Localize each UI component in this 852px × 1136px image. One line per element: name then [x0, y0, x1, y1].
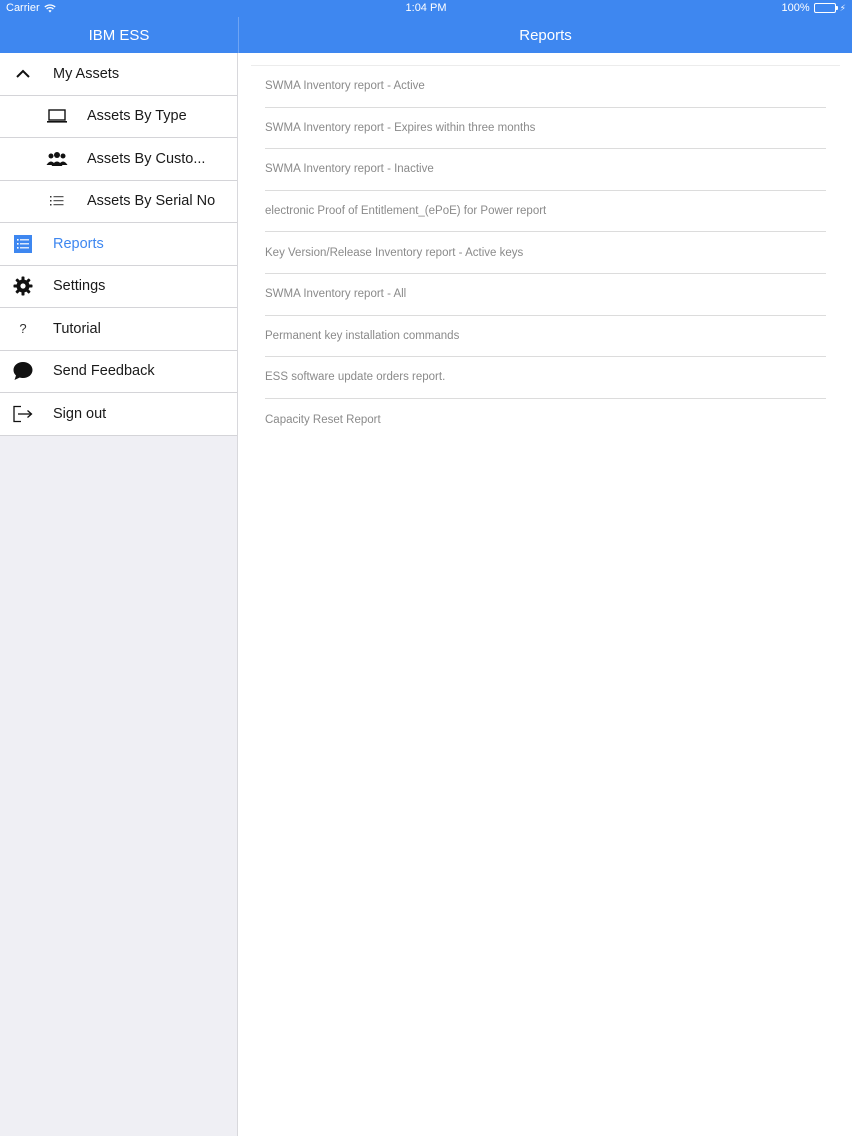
report-item[interactable]: SWMA Inventory report - Inactive	[265, 149, 826, 191]
sidebar-item-label: Send Feedback	[53, 363, 155, 380]
content-header: Reports	[239, 17, 852, 53]
reports-icon	[12, 233, 34, 255]
list-icon	[46, 190, 68, 212]
sidebar-item-label: Assets By Serial No	[87, 193, 216, 210]
report-item[interactable]: Key Version/Release Inventory report - A…	[265, 232, 826, 274]
sidebar-item-reports[interactable]: Reports	[0, 223, 237, 266]
sidebar-header: IBM ESS	[0, 17, 238, 53]
status-time: 1:04 PM	[405, 2, 447, 14]
report-item[interactable]: SWMA Inventory report - Expires within t…	[265, 108, 826, 150]
chat-bubble-icon	[12, 360, 34, 382]
sidebar-item-assets-by-type[interactable]: Assets By Type	[0, 95, 237, 138]
sidebar-item-assets-by-customer[interactable]: Assets By Custo...	[0, 138, 237, 181]
report-list: SWMA Inventory report - Active SWMA Inve…	[265, 66, 826, 440]
sidebar-item-label: Reports	[53, 235, 104, 252]
sidebar-item-sign-out[interactable]: Sign out	[0, 393, 237, 436]
sidebar-item-assets-by-serial[interactable]: Assets By Serial No	[0, 180, 237, 223]
sign-out-icon	[12, 403, 34, 425]
laptop-icon	[46, 105, 68, 127]
sidebar-item-label: Tutorial	[53, 320, 101, 337]
charging-icon: ⚡	[839, 2, 846, 13]
sidebar-item-tutorial[interactable]: ? Tutorial	[0, 308, 237, 351]
users-icon	[46, 148, 68, 170]
battery-percent: 100%	[781, 2, 810, 14]
reports-panel: SWMA Inventory report - Active SWMA Inve…	[239, 53, 852, 1136]
sidebar-item-label: Assets By Custo...	[87, 150, 206, 167]
sidebar: My Assets Assets By Type Assets By Custo…	[0, 53, 238, 1136]
sidebar-item-label: Sign out	[53, 405, 107, 422]
chevron-up-icon	[12, 63, 34, 85]
sidebar-item-label: My Assets	[53, 65, 120, 82]
report-item[interactable]: SWMA Inventory report - Active	[265, 66, 826, 108]
sidebar-item-settings[interactable]: Settings	[0, 265, 237, 308]
sidebar-item-label: Settings	[53, 278, 106, 295]
status-bar: Carrier 1:04 PM 100% ⚡	[0, 0, 852, 17]
gear-icon	[12, 275, 34, 297]
sidebar-item-label: Assets By Type	[87, 108, 187, 125]
sidebar-item-send-feedback[interactable]: Send Feedback	[0, 350, 237, 393]
app-title: IBM ESS	[88, 26, 150, 44]
report-item[interactable]: Capacity Reset Report	[265, 399, 826, 441]
page-title: Reports	[519, 26, 572, 44]
question-icon: ?	[19, 321, 27, 337]
report-item[interactable]: Permanent key installation commands	[265, 316, 826, 358]
status-right: 100% ⚡	[782, 2, 846, 14]
report-item[interactable]: SWMA Inventory report - All	[265, 274, 826, 316]
report-item[interactable]: electronic Proof of Entitlement_(ePoE) f…	[265, 191, 826, 233]
battery-icon	[813, 3, 838, 13]
report-item[interactable]: ESS software update orders report.	[265, 357, 826, 399]
sidebar-item-my-assets[interactable]: My Assets	[0, 53, 237, 96]
